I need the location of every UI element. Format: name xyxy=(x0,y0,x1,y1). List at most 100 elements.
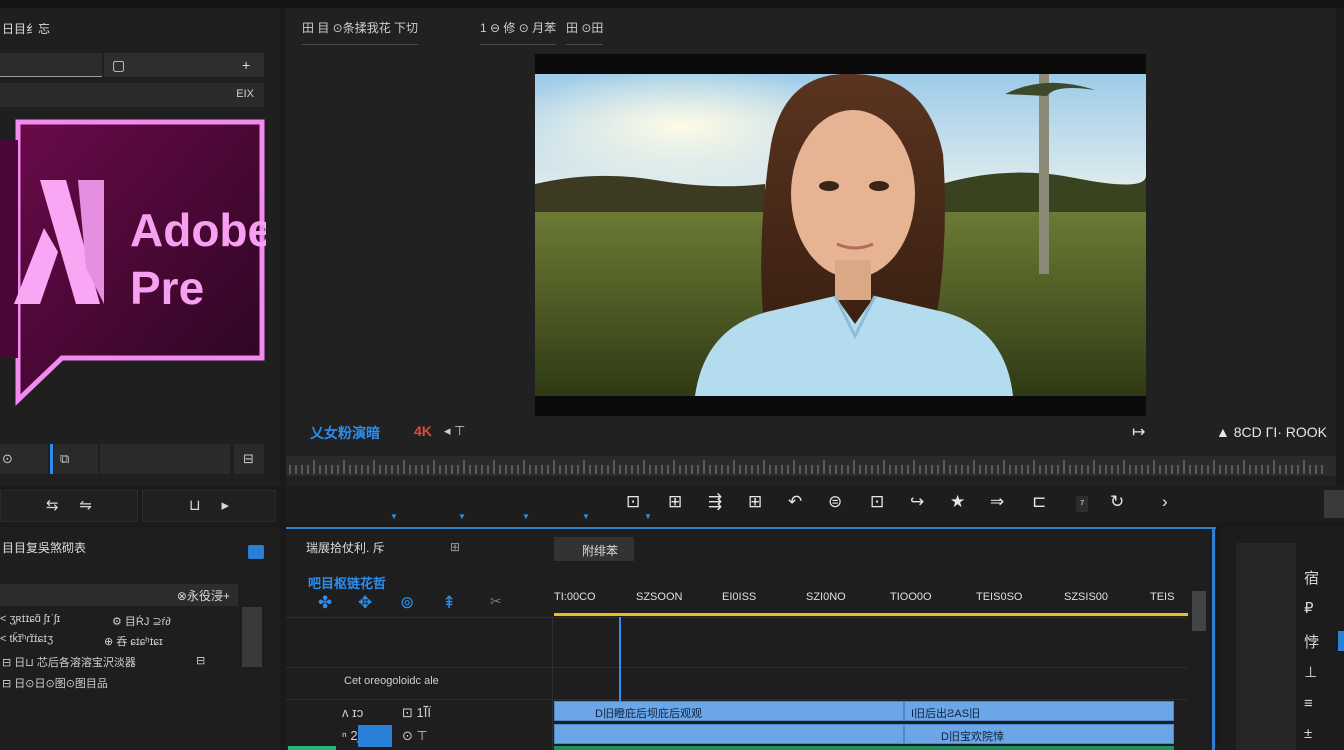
effects-list-item[interactable]: ⊟ 日⊔ 芯后各溶溶宝沢淡器 xyxy=(2,654,136,670)
tool-icon[interactable]: 悖 xyxy=(1304,631,1319,652)
audio-clip[interactable] xyxy=(554,746,1174,750)
effects-new-icon[interactable] xyxy=(248,545,264,559)
project-tools-bar: ⇆ ⇋ ⊔ ▸ xyxy=(0,488,280,524)
effects-panel-title: 目目复吳煞砌表 xyxy=(2,541,87,555)
secondary-tab-label: 附绯苯 xyxy=(582,544,619,558)
resolution-label[interactable]: 4K xyxy=(414,423,432,439)
favorite-button[interactable]: ★ xyxy=(950,492,965,512)
monitor-tab-1[interactable]: 田 目 ⊙条揉我花 下切 xyxy=(302,19,419,45)
effects-search-label: ⊗永役浸+ xyxy=(176,589,230,603)
step-back-button[interactable]: ↶ xyxy=(788,492,802,512)
menu-icon: ⊟ xyxy=(243,451,254,466)
export-frame-button[interactable]: ⁷ xyxy=(1076,496,1089,512)
effects-list-item[interactable]: ⊕ 呑 ɕɪ̇ɕʰɪ̇ɕɪ xyxy=(104,633,163,649)
effects-list-item[interactable]: ˂ tǩɪ̃ʰɾɪ̃ɪ́ɕɪ̇ʒ xyxy=(0,633,53,645)
tool-icon[interactable]: ≡ xyxy=(1304,695,1313,712)
go-to-out-button[interactable]: ↪ xyxy=(910,492,924,512)
cart-icon: ⊔ xyxy=(188,497,201,514)
tool-icon[interactable]: 宿 xyxy=(1304,567,1319,588)
adobe-premiere-logo: Adobe Pre xyxy=(0,118,273,418)
project-panel-title: 日目纟忘 xyxy=(2,22,51,36)
track-header-divider xyxy=(552,617,553,750)
add-marker-button[interactable]: ⊡ xyxy=(626,492,640,512)
work-area-bar[interactable] xyxy=(554,613,1188,616)
monitor-time-ruler[interactable] xyxy=(286,456,1336,476)
project-filter-label: EIX xyxy=(236,88,254,100)
ruler-label: SZSIS00 xyxy=(1064,591,1109,603)
effects-list-item[interactable]: ⊟ 日⊙日⊙图⊙图目品 xyxy=(2,675,108,691)
timeline-clip[interactable]: D旧瞪庇后坝庇后观观 xyxy=(554,701,904,721)
effects-search-input[interactable]: ⊗永役浸+ xyxy=(0,584,238,606)
swap-icon: ⇋ xyxy=(79,497,92,514)
ruler-label: EI0ISS xyxy=(722,591,757,603)
new-bin-icon[interactable]: ▢ xyxy=(112,57,125,74)
sequence-tab[interactable]: 瑞展拾仗利. 斥 xyxy=(306,539,385,556)
monitor-tab-3[interactable]: 田 ⊙田 xyxy=(566,19,604,45)
mark-in-button[interactable]: ⊞ xyxy=(668,492,682,512)
view-slider-handle[interactable] xyxy=(50,444,53,474)
sequence-settings-icon[interactable]: ⊞ xyxy=(450,540,460,554)
more-controls-button[interactable]: › xyxy=(1162,492,1168,512)
track-v1-toggles[interactable]: ⊡ 1Ǐ̃Ϊ xyxy=(402,705,431,721)
video-frame-image xyxy=(535,74,1146,396)
marker-tool-icon[interactable]: ⊚ xyxy=(400,593,414,613)
top-bar xyxy=(0,0,1344,8)
timeline-timecode[interactable]: 吧目枢链花哲 xyxy=(308,573,386,592)
program-monitor: 田 目 ⊙条揉我花 下切 1 ⊖ 修 ⊙ 月苯 田 ⊙田 乂女粉演暗 4K ◂ … xyxy=(286,8,1336,486)
project-search-input[interactable] xyxy=(0,53,102,77)
loop-button[interactable]: ↻ xyxy=(1110,492,1124,512)
fit-arrow-icon[interactable]: ↦ xyxy=(1132,422,1145,442)
audio-track-indicator xyxy=(288,746,336,750)
settings-tool-icon[interactable]: ⇞ xyxy=(442,593,456,613)
resolution-tools[interactable]: ◂ ⊤ xyxy=(444,423,465,439)
monitor-tab-2[interactable]: 1 ⊖ 修 ⊙ 月苯 xyxy=(480,19,557,45)
timeline-scrollbar[interactable] xyxy=(1192,591,1206,631)
timeline-clip[interactable]: D旧宝欢院悻 xyxy=(904,724,1174,744)
tool-icon[interactable]: ₽ xyxy=(1304,599,1314,617)
effects-list-item[interactable]: ˂ ʒ̧ʀɪ̇ɪ̇ɕɑ̃ ʃɪˈʃɪ xyxy=(0,613,60,625)
ruler-label: TIOO0O xyxy=(890,591,932,603)
icon-view-button[interactable]: ⧉ xyxy=(54,444,98,474)
track-v1-header[interactable]: ʌ ɪɔ xyxy=(342,705,363,720)
timeline-clip[interactable] xyxy=(554,724,904,744)
effects-list-item[interactable]: ⊟ xyxy=(196,654,205,667)
track-target-toggle[interactable] xyxy=(358,725,392,747)
step-forward-button[interactable]: ⊡ xyxy=(870,492,884,512)
timeline-clip[interactable]: I旧后出ƧAS旧 xyxy=(904,701,1174,721)
insert-button[interactable]: ⇒ xyxy=(990,492,1004,512)
zoom-slider[interactable] xyxy=(100,444,230,474)
marker-icon: ▼ xyxy=(522,512,530,521)
playhead-timecode[interactable]: 乂女粉演暗 xyxy=(310,423,380,443)
new-item-button[interactable]: ⊔ ▸ xyxy=(142,490,276,522)
panel-edge-button[interactable] xyxy=(1324,490,1344,518)
mark-out-button[interactable]: ⇶ xyxy=(708,492,722,512)
ruler-label: SZSOON xyxy=(636,591,683,603)
tool-icon[interactable]: ⊥ xyxy=(1304,663,1317,681)
timeline-panel: 瑞展拾仗利. 斥 ⊞ 附绯苯 吧目枢链花哲 ✤ ✥ ⊚ ⇞ ✂ TI:00CO … xyxy=(286,527,1216,750)
list-view-button[interactable]: ⊙ xyxy=(0,444,48,474)
play-button[interactable]: ⊜ xyxy=(828,492,842,512)
overwrite-button[interactable]: ⊏ xyxy=(1032,492,1046,512)
effects-list-item[interactable]: ⚙ 目ŔJ ⊇ŕ∂ xyxy=(112,613,171,629)
effects-scrollbar[interactable] xyxy=(242,607,262,667)
track-v2-toggles[interactable]: ⊙ ⊤ xyxy=(402,728,428,744)
marker-icon: ▼ xyxy=(582,512,590,521)
logo-word-2: Pre xyxy=(130,262,204,314)
track-label: Cet oreogoloidc ale xyxy=(344,675,439,687)
razor-tool-icon[interactable]: ✂ xyxy=(490,593,502,610)
panel-menu-button[interactable]: ⊟ xyxy=(234,444,264,474)
project-filter-bar[interactable]: EIX xyxy=(0,83,264,107)
add-icon[interactable]: + xyxy=(242,57,250,73)
secondary-sequence-tab[interactable]: 附绯苯 xyxy=(554,537,634,561)
link-tool-icon[interactable]: ✥ xyxy=(358,593,372,613)
go-to-in-button[interactable]: ⊞ xyxy=(748,492,762,512)
project-view-nav: ⊙ ⧉ ⊟ xyxy=(0,444,266,478)
video-preview[interactable] xyxy=(535,54,1146,416)
clip-label: D旧瞪庇后坝庇后观观 xyxy=(595,708,702,720)
snap-tool-icon[interactable]: ✤ xyxy=(318,593,332,613)
timeline-playhead[interactable] xyxy=(619,617,621,702)
tool-icon[interactable]: ± xyxy=(1304,725,1312,742)
duration-timecode: ▲ 8CD ΓI· ROOK xyxy=(1216,424,1328,440)
sort-button[interactable]: ⇆ ⇋ xyxy=(0,490,138,522)
project-panel: 日目纟忘 ▢ + EIX Adobe Pre ⊙ ⧉ ⊟ xyxy=(0,8,280,486)
